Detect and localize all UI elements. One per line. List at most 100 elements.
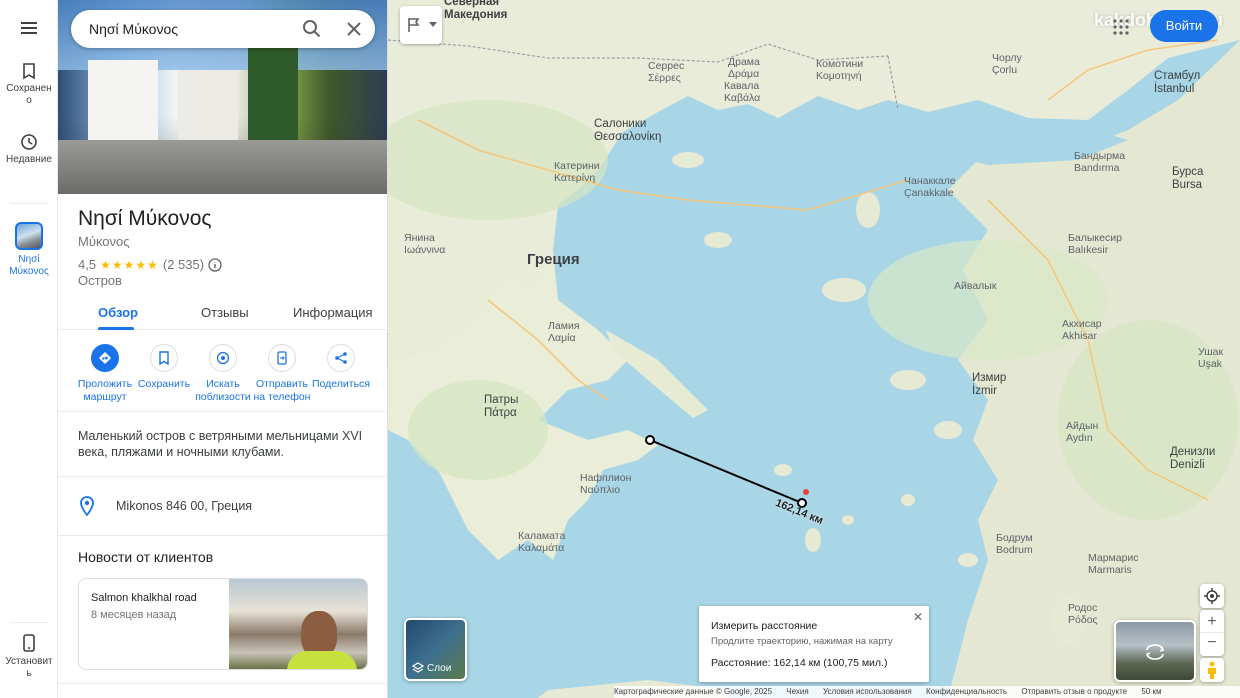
label-patra: Патры Πάτρα [484, 394, 519, 419]
map-canvas[interactable]: 162,14 км Греция Северная Македония Сало… [388, 0, 1240, 698]
share-button[interactable]: Поделиться [309, 344, 373, 391]
footer-country[interactable]: Чехия [786, 687, 808, 696]
send-to-phone-button[interactable]: Отправить на телефон [250, 344, 314, 404]
flag-icon [408, 18, 420, 32]
active-tab-indicator [98, 327, 134, 330]
place-thumbnail [15, 222, 43, 250]
news-author: Salmon khalkhal road [91, 592, 197, 604]
save-label: Сохранить [137, 378, 191, 390]
label-istanbul: Стамбул İstanbul [1154, 70, 1201, 95]
my-location-icon [1204, 588, 1220, 604]
left-rail: Сохранено Недавние Νησί Μύκονος Установи… [0, 0, 58, 698]
zoom-out-button[interactable]: − [1200, 633, 1224, 655]
rating-stars: ★★★★★ [100, 257, 159, 272]
share-label: Поделиться [312, 378, 370, 390]
label-ioannina: Янина Ιωάννινα [404, 232, 446, 256]
measure-distance-card: Измерить расстояние Продлите траекторию,… [699, 606, 929, 682]
label-nafplio: Нафплион Ναύπλιο [580, 472, 632, 496]
saved-label: Сохранено [6, 83, 52, 106]
send-to-phone-icon [277, 351, 287, 365]
search-icon[interactable] [302, 19, 322, 39]
label-marmaris: Мармарис Marmaris [1088, 552, 1139, 576]
news-photo [229, 579, 367, 669]
phone-icon [23, 634, 35, 652]
menu-icon [21, 22, 37, 34]
label-izmir: Измир İzmir [972, 372, 1007, 397]
place-category: Остров [78, 273, 122, 288]
photo-tree [248, 40, 298, 145]
measure-title: Измерить расстояние [711, 620, 818, 632]
label-bandirma: Бандырма Bandırma [1074, 150, 1126, 174]
pegman-icon [1208, 661, 1216, 679]
place-address[interactable]: Mikonos 846 00, Греция [116, 499, 252, 513]
bookmark-icon [23, 63, 35, 80]
saved-button[interactable]: Сохранено [0, 62, 58, 107]
news-card[interactable]: Salmon khalkhal road 8 месяцев назад [78, 578, 368, 670]
measure-close-button[interactable]: ✕ [913, 610, 923, 624]
directions-button[interactable]: Проложить маршрут [73, 344, 137, 404]
directions-label: Проложить маршрут [77, 378, 133, 403]
label-kalamata: Каламата Καλαμάτα [518, 530, 566, 554]
place-description: Маленький остров с ветряными мельницами … [78, 429, 363, 459]
info-icon[interactable] [208, 257, 222, 272]
label-canakkale: Чанаккале Çanakkale [904, 175, 956, 199]
history-icon [21, 134, 37, 150]
nearby-icon [216, 351, 230, 365]
tab-reviews[interactable]: Отзывы [201, 305, 249, 320]
label-thessaloniki: Салоники Θεσσαλονίκη [594, 118, 662, 143]
rail-current-place[interactable]: Νησί Μύκονος [0, 222, 58, 278]
my-location-button[interactable] [1200, 584, 1224, 608]
save-button[interactable]: Сохранить [132, 344, 196, 391]
rating-row: 4,5 ★★★★★ (2 535) [78, 257, 222, 272]
label-katerini: Катерини Κατερίνη [554, 160, 600, 184]
install-button[interactable]: Установить [0, 633, 58, 680]
photo-building [178, 70, 238, 145]
footer-feedback[interactable]: Отправить отзыв о продукте [1021, 687, 1127, 696]
footer-scale[interactable]: 50 км [1141, 687, 1161, 696]
label-bursa: Бурса Bursa [1172, 166, 1204, 191]
layers-button[interactable]: Слои [404, 618, 467, 681]
send-icon-circle [268, 344, 296, 372]
label-ayvalik: Айвалык [954, 280, 997, 292]
review-count[interactable]: (2 535) [163, 257, 204, 272]
zoom-in-button[interactable]: + [1200, 610, 1224, 633]
label-komotini: Комотини Κομοτηνή [816, 58, 864, 82]
recent-button[interactable]: Недавние [0, 133, 58, 166]
place-title: Νησί Μύκονος [78, 207, 212, 230]
tab-overview[interactable]: Обзор [98, 305, 138, 320]
search-input[interactable] [89, 10, 289, 48]
section-divider [58, 535, 387, 536]
menu-button[interactable] [0, 18, 58, 41]
nearby-icon-circle [209, 344, 237, 372]
label-denizli: Денизли Denizli [1170, 446, 1216, 471]
sign-in-button[interactable]: Войти [1150, 10, 1218, 42]
tab-info[interactable]: Информация [293, 305, 373, 320]
nearby-label: Искать поблизости [195, 378, 251, 403]
photo-street [58, 140, 387, 194]
label-corlu: Чорлу Çorlu [992, 52, 1022, 76]
photo-building [88, 60, 158, 145]
share-icon-circle [327, 344, 355, 372]
close-icon[interactable] [344, 19, 364, 39]
map-footer: Картографические данные © Google, 2025 Ч… [614, 686, 1240, 698]
street-view-preview[interactable] [1114, 620, 1196, 682]
label-usak: Ушак Uşak [1198, 346, 1224, 370]
footer-terms[interactable]: Условия использования [823, 687, 912, 696]
nearby-button[interactable]: Искать поблизости [191, 344, 255, 404]
news-heading: Новости от клиентов [78, 549, 214, 565]
footer-privacy[interactable]: Конфиденциальность [926, 687, 1007, 696]
rail-divider [10, 203, 48, 204]
country-label-greece: Греция [527, 251, 580, 268]
label-bodrum: Бодрум Bodrum [996, 532, 1033, 556]
layers-label-wrap: Слои [412, 662, 451, 674]
search-box [71, 10, 375, 48]
flag-dropdown-button[interactable] [400, 6, 442, 44]
section-divider [58, 476, 387, 477]
label-serres: Серрес Σέρρες [648, 60, 685, 84]
apps-grid-icon[interactable] [1112, 18, 1130, 36]
label-macedonia: Северная Македония [444, 0, 508, 21]
pegman-button[interactable] [1200, 658, 1224, 682]
place-panel: Νησί Μύκονος Μύκονος 4,5 ★★★★★ (2 535) О… [58, 0, 388, 698]
recent-label: Недавние [6, 154, 52, 165]
tab-bar: Обзор Отзывы Информация [58, 296, 387, 330]
